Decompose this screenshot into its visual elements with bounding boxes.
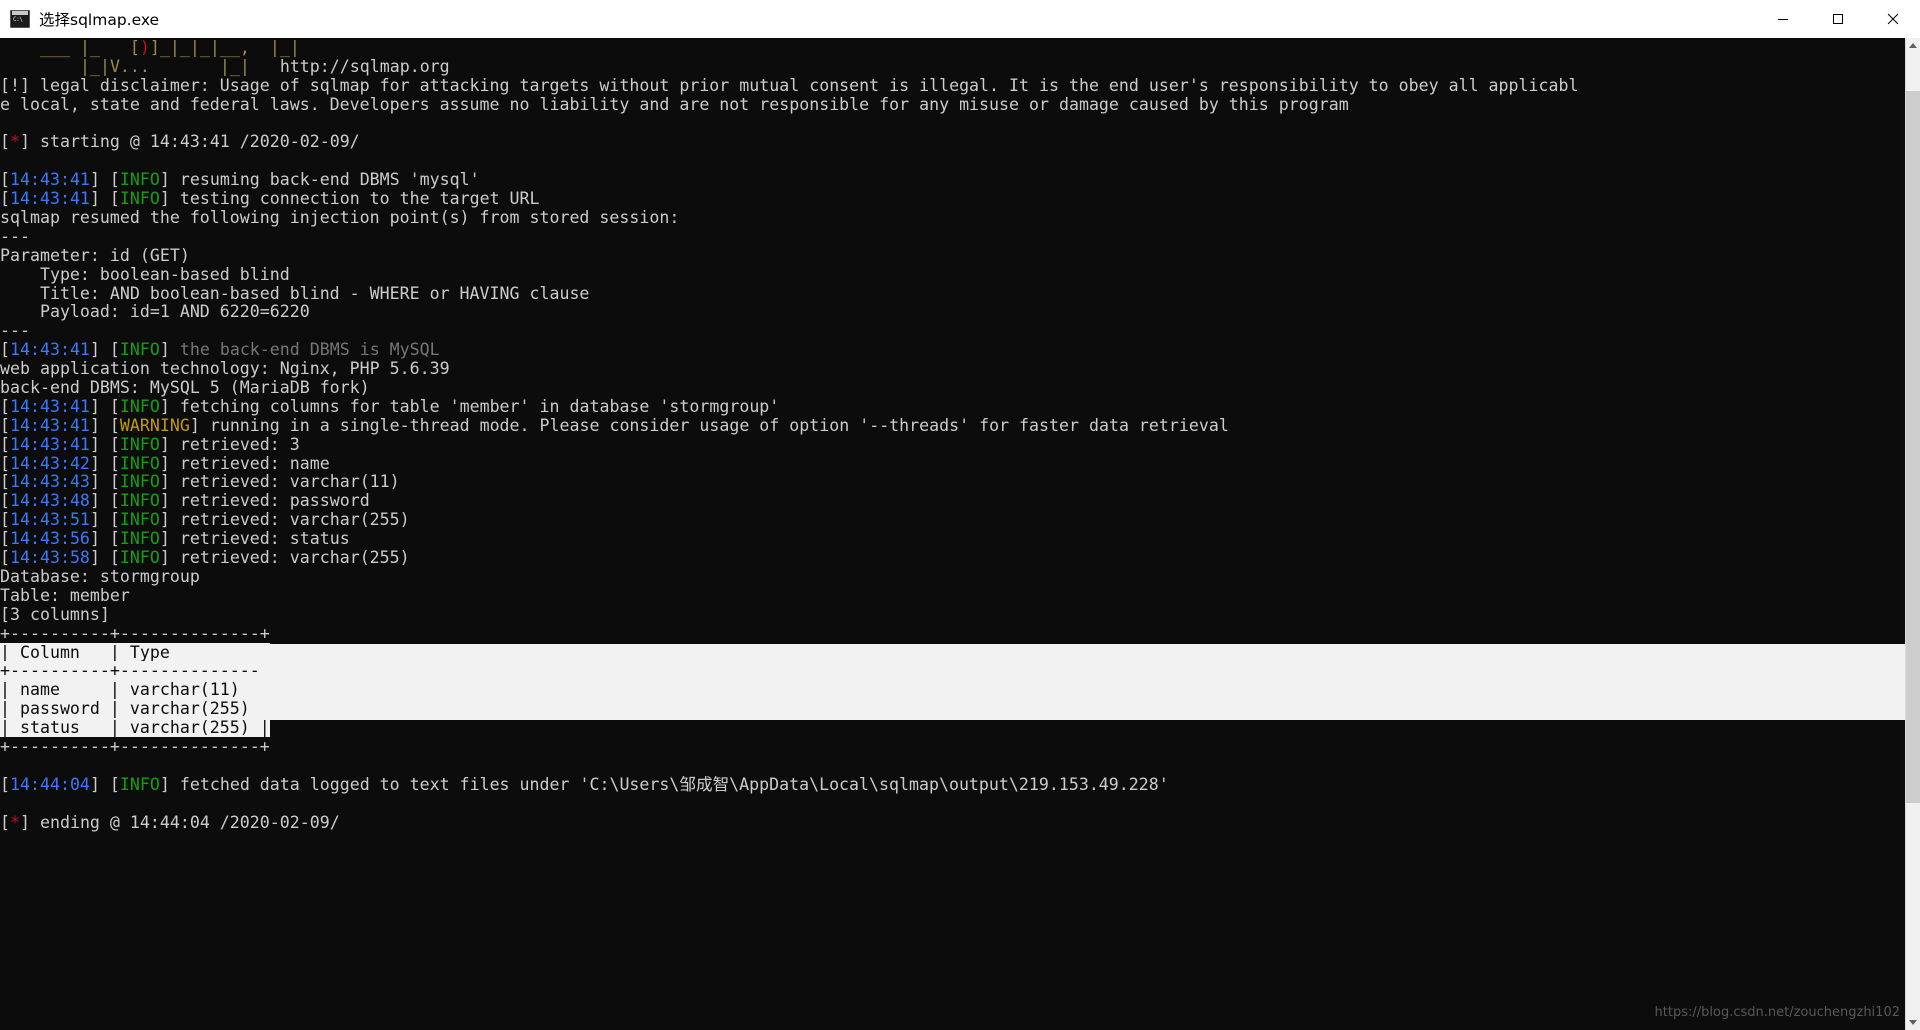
type-line: Type: boolean-based blind: [0, 264, 290, 284]
console-icon: [10, 9, 30, 28]
table-row-name: | name | varchar(11) |: [0, 680, 270, 700]
table-border-top: +----------+--------------+: [0, 623, 270, 643]
blank: [0, 152, 1905, 171]
chevron-down-icon: [1909, 1020, 1917, 1025]
minimize-icon: [1777, 18, 1788, 20]
blank: [0, 832, 1905, 851]
log-retrieved-3: [14:43:41] [INFO] retrieved: 3: [0, 434, 300, 454]
blank: [0, 795, 1905, 814]
scrollbar-track[interactable]: [1906, 53, 1920, 1015]
close-button[interactable]: [1865, 0, 1920, 37]
banner-row-1: ___ |_ [)]_|_|_|__, |_|: [0, 38, 300, 57]
terminal-text: ___ |_ [)]_|_|_|__, |_| |_|V... |_| http…: [0, 38, 1905, 851]
minimize-button[interactable]: [1755, 0, 1810, 37]
maximize-icon: [1832, 13, 1843, 24]
scroll-up-button[interactable]: [1906, 38, 1920, 53]
log-retrieved-varchar255-a: [14:43:51] [INFO] retrieved: varchar(255…: [0, 510, 410, 530]
log-fetched-data-logged: [14:44:04] [INFO] fetched data logged to…: [0, 774, 1169, 794]
blank: [0, 115, 1905, 134]
window-title: 选择sqlmap.exe: [39, 10, 160, 29]
separator-bottom: ---: [0, 321, 30, 341]
starting-line: [*] starting @ 14:43:41 /2020-02-09/: [0, 132, 360, 152]
log-backend-dbms-mysql: [14:43:41] [INFO] the back-end DBMS is M…: [0, 340, 440, 360]
title-line: Title: AND boolean-based blind - WHERE o…: [0, 283, 590, 303]
payload-line: Payload: id=1 AND 6220=6220: [0, 302, 310, 322]
log-retrieved-name: [14:43:42] [INFO] retrieved: name: [0, 453, 330, 473]
table-label: Table: member: [0, 585, 130, 605]
log-retrieved-varchar11: [14:43:43] [INFO] retrieved: varchar(11): [0, 472, 400, 492]
resumed-injection-points: sqlmap resumed the following injection p…: [0, 208, 680, 228]
maximize-button[interactable]: [1810, 0, 1865, 37]
web-app-technology: web application technology: Nginx, PHP 5…: [0, 359, 450, 379]
scroll-down-button[interactable]: [1906, 1015, 1920, 1030]
watermark: https://blog.csdn.net/zouchengzhi102: [1654, 1005, 1900, 1020]
log-resuming-dbms: [14:43:41] [INFO] resuming back-end DBMS…: [0, 170, 480, 190]
chevron-up-icon: [1909, 43, 1917, 48]
banner-row-2: |_|V... |_| http://sqlmap.org: [79, 56, 450, 76]
ending-line: [*] ending @ 14:44:04 /2020-02-09/: [0, 812, 340, 832]
log-retrieved-status: [14:43:56] [INFO] retrieved: status: [0, 529, 350, 549]
console-body: ___ |_ [)]_|_|_|__, |_| |_|V... |_| http…: [0, 38, 1920, 1030]
log-retrieved-varchar255-b: [14:43:58] [INFO] retrieved: varchar(255…: [0, 548, 410, 568]
console-window: 选择sqlmap.exe ___ |_ [: [0, 0, 1920, 1030]
log-warning-single-thread: [14:43:41] [WARNING] running in a single…: [0, 415, 1229, 435]
separator-top: ---: [0, 226, 30, 246]
table-border-bottom: +----------+--------------+: [0, 736, 270, 756]
back-end-dbms: back-end DBMS: MySQL 5 (MariaDB fork): [0, 378, 370, 398]
columns-count: [3 columns]: [0, 604, 110, 624]
terminal-output[interactable]: ___ |_ [)]_|_|_|__, |_| |_|V... |_| http…: [0, 38, 1905, 1030]
table-row-password: | password | varchar(255) |: [0, 699, 270, 719]
log-fetching-columns: [14:43:41] [INFO] fetching columns for t…: [0, 396, 780, 416]
log-retrieved-password: [14:43:48] [INFO] retrieved: password: [0, 491, 370, 511]
table-border-mid: +----------+--------------+: [0, 661, 270, 681]
legal-disclaimer-line-1: [!] legal disclaimer: Usage of sqlmap fo…: [0, 75, 1579, 95]
legal-disclaimer-line-2: e local, state and federal laws. Develop…: [0, 94, 1349, 114]
scrollbar-thumb[interactable]: [1906, 91, 1920, 804]
vertical-scrollbar[interactable]: [1905, 38, 1920, 1030]
database-label: Database: stormgroup: [0, 566, 200, 586]
table-row-status: | status | varchar(255) |: [0, 718, 270, 738]
close-icon: [1887, 13, 1898, 24]
title-bar[interactable]: 选择sqlmap.exe: [0, 0, 1920, 38]
log-testing-connection: [14:43:41] [INFO] testing connection to …: [0, 189, 540, 209]
window-controls: [1755, 0, 1920, 37]
blank: [0, 757, 1905, 776]
table-header-row: | Column | Type |: [0, 642, 270, 662]
parameter-line: Parameter: id (GET): [0, 245, 190, 265]
